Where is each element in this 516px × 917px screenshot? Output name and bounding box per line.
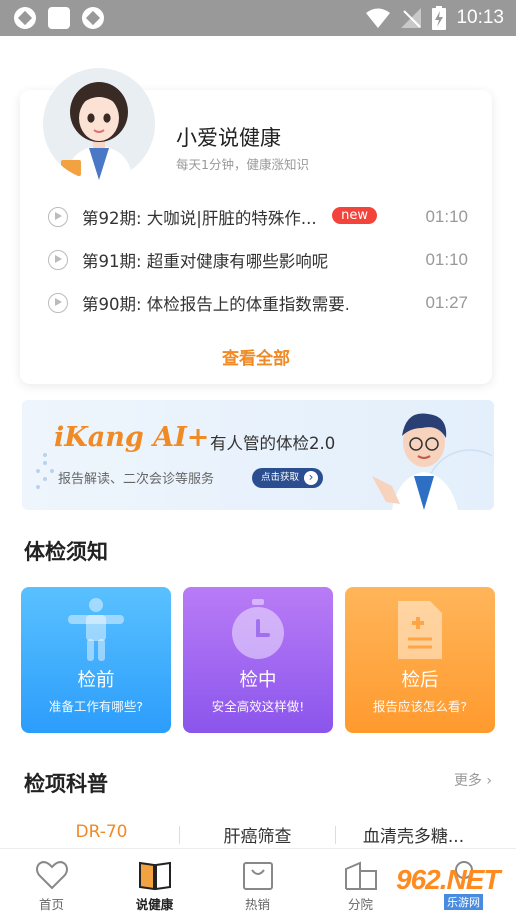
- after-checkup-tile[interactable]: 检后 报告应该怎么看?: [345, 587, 495, 733]
- tab-serum-chitinase[interactable]: 血清壳多糖...: [336, 822, 491, 847]
- episode-duration: 01:27: [425, 293, 468, 312]
- doctor-illustration: [372, 413, 492, 510]
- tile-description: 安全高效这样做!: [211, 699, 305, 714]
- tab-dr70[interactable]: DR-70: [24, 822, 179, 842]
- tab-liver-cancer-screening[interactable]: 肝癌筛查: [180, 822, 335, 847]
- dots-decoration: [36, 453, 54, 489]
- tile-title: 检中: [239, 670, 277, 691]
- nav-talk-health[interactable]: 说健康: [103, 849, 206, 917]
- episode-duration: 01:10: [425, 207, 468, 226]
- podcast-subtitle: 每天1分钟，健康涨知识: [176, 157, 309, 172]
- heart-icon: [36, 861, 68, 890]
- podcast-card: 小爱说健康 每天1分钟，健康涨知识 第92期: 大咖说|肝脏的特殊作... ne…: [20, 68, 492, 384]
- play-icon[interactable]: [48, 250, 68, 270]
- episode-title: 第91期: 超重对健康有哪些影响呢: [82, 252, 329, 271]
- tile-title: 检后: [401, 670, 439, 691]
- notification-icons: [14, 7, 104, 29]
- tile-title: 检前: [77, 670, 115, 691]
- checkup-science-title: 检项科普: [24, 772, 108, 796]
- app-notification-icon: [48, 7, 70, 29]
- clock: 10:13: [456, 7, 504, 28]
- more-link[interactable]: 更多 ›: [454, 770, 492, 790]
- app-notification-icon: [14, 7, 36, 29]
- wifi-icon: [366, 8, 391, 28]
- nav-hot-sales[interactable]: 热销: [206, 849, 309, 917]
- nav-label: 首页: [38, 897, 64, 912]
- get-it-button[interactable]: 点击获取: [252, 468, 324, 488]
- watermark-subtitle: 乐游网: [444, 894, 483, 910]
- new-badge: new: [332, 207, 377, 224]
- banner-slogan: 有人管的体检2.0: [210, 434, 336, 453]
- checkup-notice-title: 体检须知: [24, 540, 108, 564]
- body-icon: [68, 598, 124, 661]
- stopwatch-icon: [232, 599, 284, 659]
- ikang-ai-banner[interactable]: iKang AI+ 有人管的体检2.0 报告解读、二次会诊等服务 点击获取: [22, 400, 494, 510]
- episode-item[interactable]: 第90期: 体检报告上的体重指数需要... 01:27: [48, 289, 468, 317]
- before-checkup-tile[interactable]: 检前 准备工作有哪些?: [21, 587, 171, 733]
- episode-item[interactable]: 第92期: 大咖说|肝脏的特殊作... new 01:10: [48, 203, 468, 231]
- report-icon: [398, 601, 442, 659]
- podcast-title: 小爱说健康: [176, 126, 281, 150]
- app-notification-icon: [82, 7, 104, 29]
- site-watermark: 962.NET 乐游网: [378, 862, 514, 914]
- tile-description: 报告应该怎么看?: [372, 699, 468, 714]
- banner-description: 报告解读、二次会诊等服务: [58, 472, 215, 487]
- system-icons: 10:13: [366, 6, 504, 30]
- battery-charging-icon: [432, 6, 447, 30]
- play-icon[interactable]: [48, 293, 68, 313]
- episode-title: 第92期: 大咖说|肝脏的特殊作...: [82, 209, 317, 228]
- tile-description: 准备工作有哪些?: [48, 699, 144, 714]
- nav-label: 说健康: [135, 897, 174, 912]
- doctor-avatar: [43, 68, 155, 180]
- bag-icon: [243, 862, 273, 890]
- episode-title: 第90期: 体检报告上的体重指数需要...: [82, 295, 348, 314]
- play-icon[interactable]: [48, 207, 68, 227]
- episode-item[interactable]: 第91期: 超重对健康有哪些影响呢 01:10: [48, 246, 468, 274]
- status-bar: 10:13: [0, 0, 516, 36]
- nav-home[interactable]: 首页: [0, 849, 103, 917]
- episode-duration: 01:10: [425, 250, 468, 269]
- during-checkup-tile[interactable]: 检中 安全高效这样做!: [183, 587, 333, 733]
- building-icon: [345, 861, 377, 890]
- watermark-logo: 962.NET: [396, 864, 500, 895]
- ikang-ai-logo: iKang AI+: [54, 422, 210, 453]
- science-tabs: DR-70 肝癌筛查 血清壳多糖...: [0, 822, 516, 848]
- view-all-button[interactable]: 查看全部: [20, 344, 492, 369]
- no-signal-icon: [401, 8, 422, 28]
- book-icon: [139, 861, 171, 891]
- nav-label: 热销: [244, 897, 270, 912]
